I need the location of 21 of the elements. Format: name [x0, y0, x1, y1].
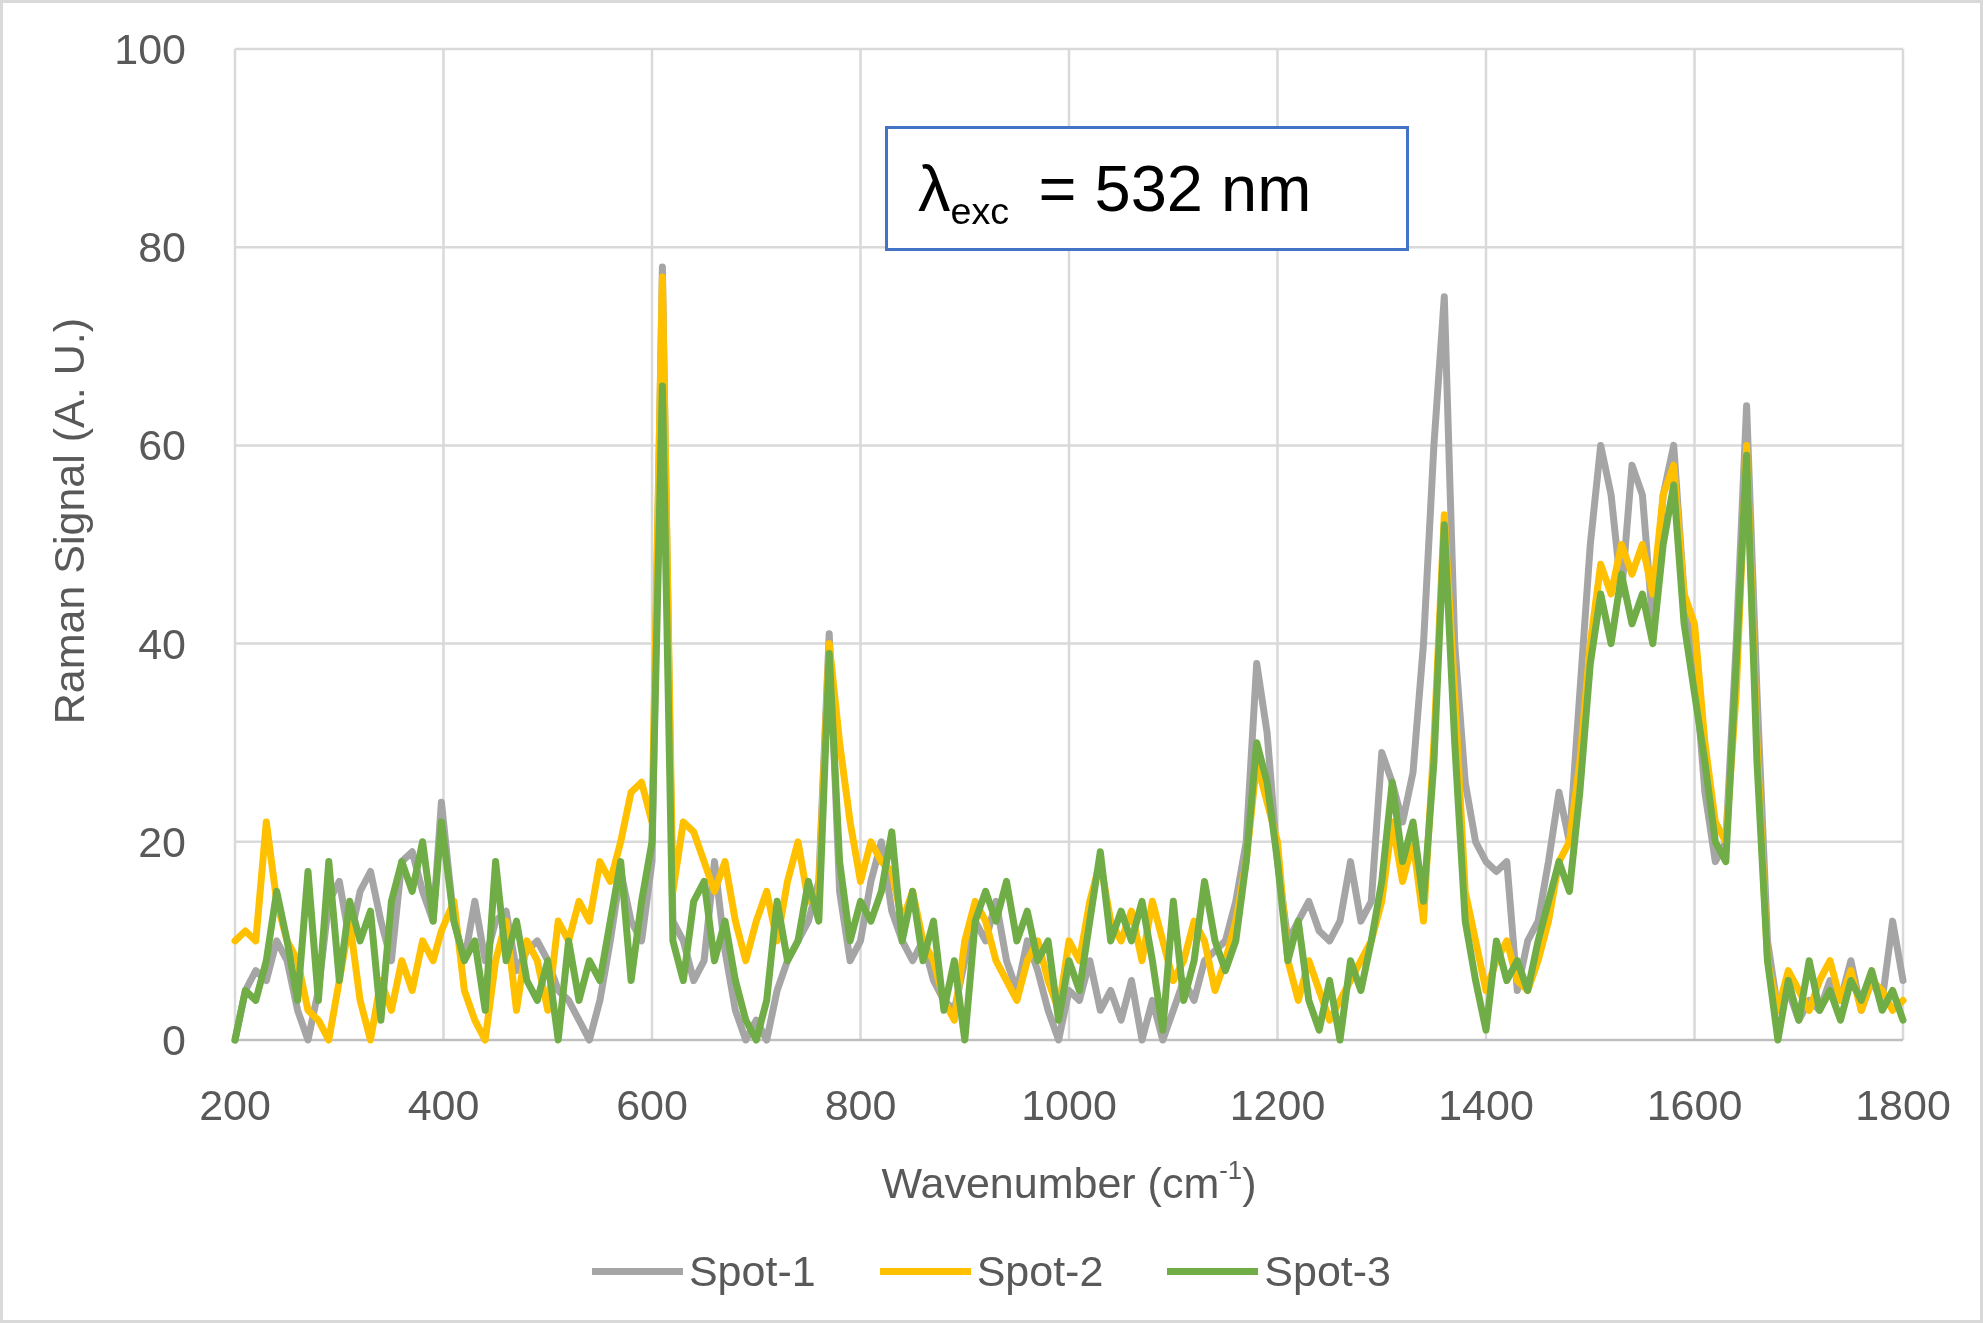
x-axis-title: Wavenumber (cm$^{-1}$) — [881, 1159, 1257, 1207]
annotation-callout: λ$_{exc}$ = 532 nm — [885, 126, 1409, 251]
legend-label: Spot-3 — [1264, 1247, 1392, 1295]
y-tick-label: 80 — [138, 223, 186, 272]
x-tick-label: 600 — [616, 1081, 688, 1129]
y-tick-label: 100 — [114, 25, 186, 73]
x-tick-label: 1800 — [1855, 1081, 1951, 1129]
x-tick-label: 1200 — [1229, 1081, 1326, 1129]
x-tick-label: 1600 — [1646, 1081, 1743, 1129]
x-tick-label: 800 — [824, 1081, 897, 1129]
y-tick-label: 0 — [162, 1016, 186, 1064]
x-tick-label: 1400 — [1438, 1081, 1534, 1129]
y-tick-label: 40 — [138, 619, 186, 668]
legend-label: Spot-2 — [976, 1247, 1104, 1295]
x-tick-label: 1000 — [1021, 1081, 1117, 1129]
y-tick-label: 60 — [138, 421, 186, 470]
y-tick-label: 20 — [138, 817, 186, 866]
x-tick-label: 400 — [407, 1081, 480, 1129]
x-tick-label: 200 — [199, 1081, 271, 1129]
y-axis-title: Raman Signal (A. U.) — [45, 318, 93, 725]
legend-label: Spot-1 — [688, 1247, 816, 1295]
